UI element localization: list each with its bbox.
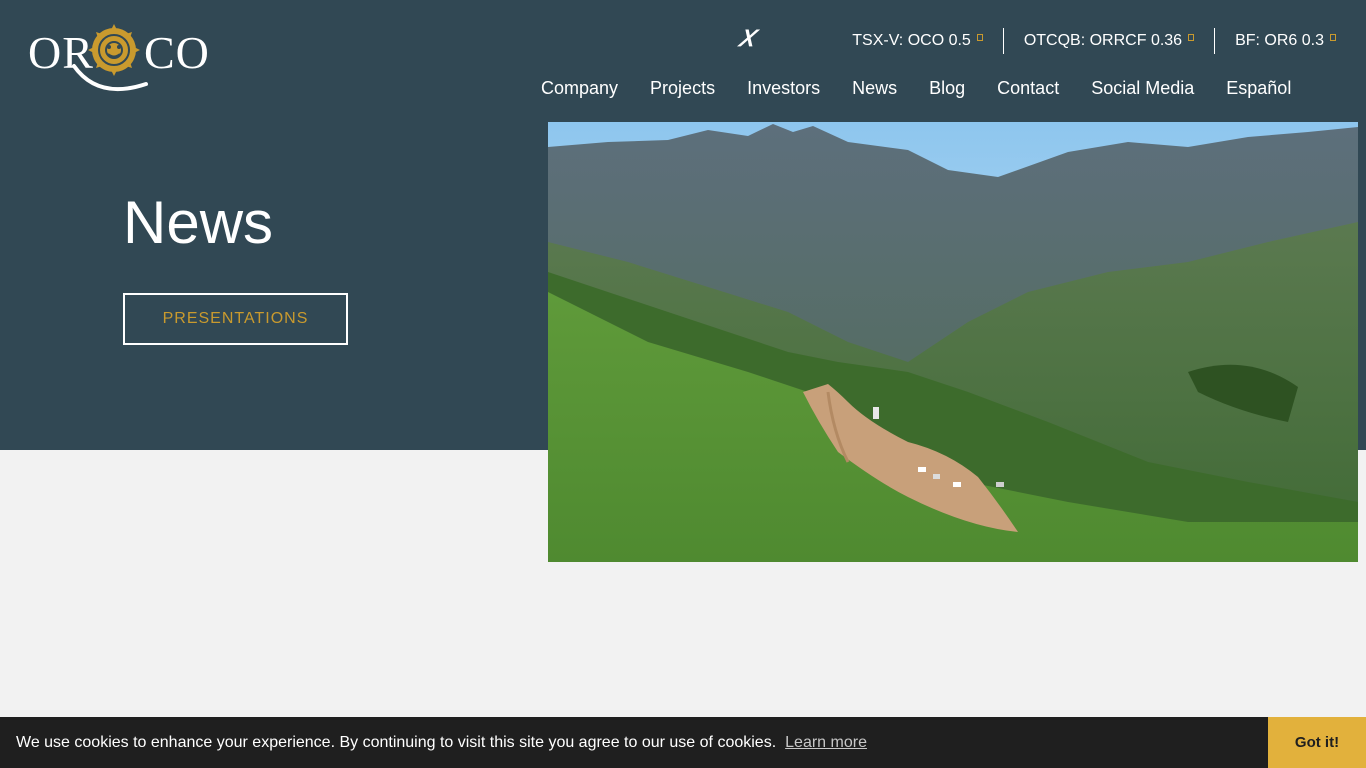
ticker-tsxv[interactable]: TSX-V: OCO 0.5 xyxy=(832,28,1003,54)
page-title: News xyxy=(123,189,274,256)
nav-item-investors[interactable]: Investors xyxy=(731,77,836,99)
ticker-otcqb[interactable]: OTCQB: ORRCF 0.36 xyxy=(1002,28,1214,54)
nav-item-contact[interactable]: Contact xyxy=(981,77,1075,99)
ticker-label: TSX-V: OCO 0.5 xyxy=(852,32,971,49)
nav-item-espanol[interactable]: Español xyxy=(1210,77,1307,99)
ticker-label: OTCQB: ORRCF 0.36 xyxy=(1023,32,1183,49)
presentations-button[interactable]: PRESENTATIONS xyxy=(123,293,348,345)
learn-more-link[interactable]: Learn more xyxy=(785,734,867,752)
nav-item-projects[interactable]: Projects xyxy=(634,77,731,99)
ticker-bf[interactable]: BF: OR6 0.3 xyxy=(1214,28,1336,54)
external-link-icon xyxy=(1188,33,1195,41)
nav-item-news[interactable]: News xyxy=(836,77,913,99)
x-social-icon[interactable]: 𝑋 xyxy=(738,26,754,52)
cookie-message: We use cookies to enhance your experienc… xyxy=(16,733,777,751)
nav-item-blog[interactable]: Blog xyxy=(913,77,981,99)
cookie-accept-button[interactable]: Got it! xyxy=(1268,717,1366,768)
logo-text-right: CO xyxy=(144,27,210,78)
logo-text-left: OR xyxy=(28,27,94,78)
hero-image xyxy=(548,122,1358,562)
mountain-landscape-image xyxy=(548,122,1358,562)
cookie-banner: We use cookies to enhance your experienc… xyxy=(0,717,1366,768)
external-link-icon xyxy=(1330,33,1336,41)
nav-item-company[interactable]: Company xyxy=(525,77,634,99)
ticker-label: BF: OR6 0.3 xyxy=(1235,32,1324,49)
oroco-logo[interactable]: OR CO xyxy=(28,20,213,100)
stock-tickers: TSX-V: OCO 0.5 OTCQB: ORRCF 0.36 BF: OR6… xyxy=(832,28,1336,54)
external-link-icon xyxy=(976,33,983,41)
main-nav: Company Projects Investors News Blog Con… xyxy=(525,77,1307,99)
nav-item-social-media[interactable]: Social Media xyxy=(1075,77,1210,99)
